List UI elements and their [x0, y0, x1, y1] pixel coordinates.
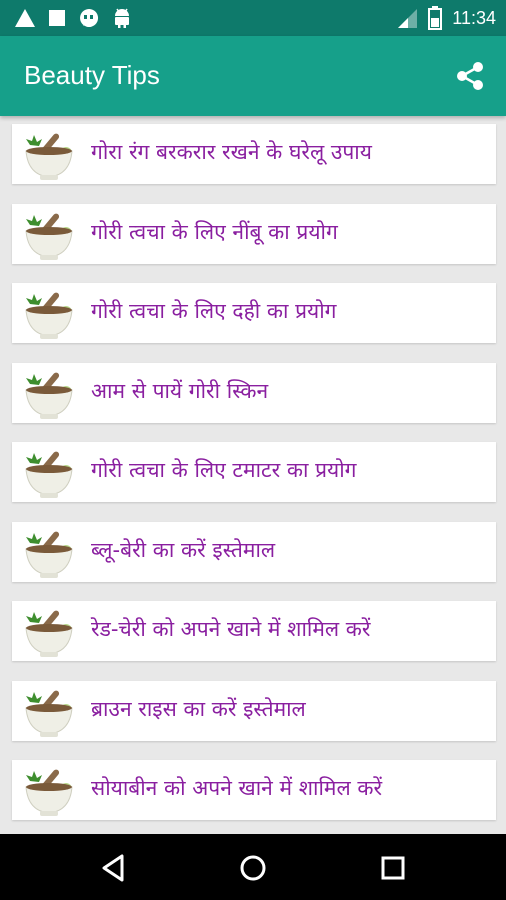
mortar-pestle-icon — [25, 372, 73, 419]
android-icon — [115, 8, 129, 28]
mortar-pestle-icon — [25, 451, 73, 498]
back-icon — [102, 854, 124, 882]
list-item[interactable]: आम से पायें गोरी स्किन — [12, 362, 496, 423]
back-button[interactable] — [98, 852, 130, 884]
signal-icon — [398, 9, 418, 28]
warning-icon — [15, 9, 35, 27]
share-icon — [457, 62, 483, 90]
tips-list: गोरा रंग बरकरार रखने के घरेलू उपाय गोरी … — [12, 124, 496, 840]
list-item-label: सोयाबीन को अपने खाने में शामिल करें — [91, 776, 383, 800]
status-notifications — [14, 7, 132, 29]
home-icon — [240, 855, 266, 881]
app-bar: Beauty Tips — [0, 36, 506, 116]
status-system: 11:34 — [396, 6, 496, 30]
list-item-label: गोरा रंग बरकरार रखने के घरेलू उपाय — [91, 140, 372, 164]
share-button[interactable] — [452, 58, 488, 94]
recents-button[interactable] — [377, 852, 409, 884]
list-item[interactable]: गोरा रंग बरकरार रखने के घरेलू उपाय — [12, 124, 496, 184]
list-item[interactable]: ब्राउन राइस का करें इस्तेमाल — [12, 680, 496, 741]
recents-icon — [381, 856, 405, 880]
app-title: Beauty Tips — [24, 60, 160, 90]
hangouts-icon — [80, 9, 99, 27]
list-item[interactable]: गोरी त्वचा के लिए दही का प्रयोग — [12, 283, 496, 343]
list-item[interactable]: गोरी त्वचा के लिए टमाटर का प्रयोग — [12, 442, 496, 502]
list-item[interactable]: ब्लू-बेरी का करें इस्तेमाल — [12, 521, 496, 582]
list-item[interactable]: सोयाबीन को अपने खाने में शामिल करें — [12, 760, 496, 820]
battery-icon — [428, 6, 443, 30]
list-item-label: ब्राउन राइस का करें इस्तेमाल — [91, 696, 306, 721]
mortar-pestle-icon — [25, 690, 73, 737]
list-item-label: गोरी त्वचा के लिए दही का प्रयोग — [91, 299, 337, 323]
home-button[interactable] — [237, 852, 269, 884]
status-bar: 11:34 — [0, 0, 506, 36]
mortar-pestle-icon — [25, 133, 73, 180]
list-item-label: आम से पायें गोरी स्किन — [91, 378, 269, 403]
list-item-label: रेड-चेरी को अपने खाने में शामिल करें — [91, 617, 371, 641]
mortar-pestle-icon — [25, 531, 73, 578]
list-item-label: गोरी त्वचा के लिए टमाटर का प्रयोग — [91, 458, 357, 482]
list-item[interactable]: रेड-चेरी को अपने खाने में शामिल करें — [12, 601, 496, 661]
list-item[interactable]: गोरी त्वचा के लिए नींबू का प्रयोग — [12, 203, 496, 264]
navigation-bar — [0, 834, 506, 900]
mortar-pestle-icon — [25, 213, 73, 260]
list-item-label: गोरी त्वचा के लिए नींबू का प्रयोग — [91, 219, 338, 244]
status-time: 11:34 — [452, 7, 496, 28]
mortar-pestle-icon — [25, 610, 73, 657]
stop-icon — [49, 10, 65, 26]
mortar-pestle-icon — [25, 292, 73, 339]
mortar-pestle-icon — [25, 769, 73, 816]
list-item-label: ब्लू-बेरी का करें इस्तेमाल — [91, 537, 276, 562]
